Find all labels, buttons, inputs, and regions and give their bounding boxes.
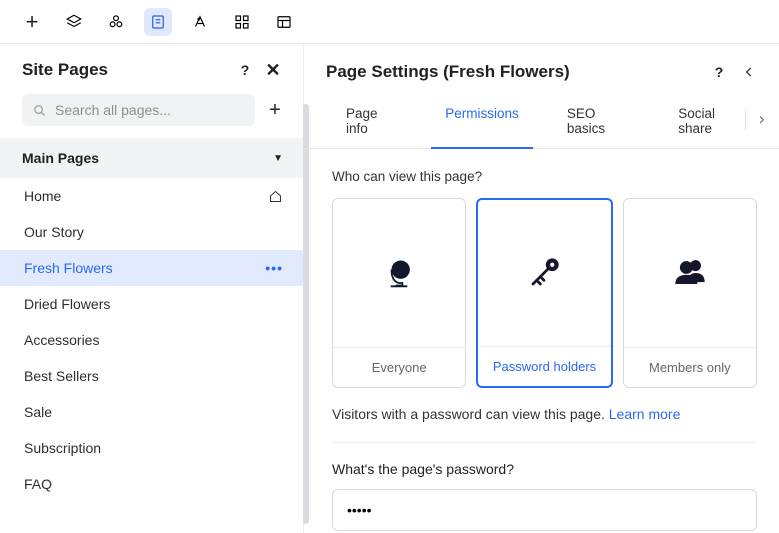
permission-options: Everyone Password holders Members only	[332, 198, 757, 388]
chevron-down-icon: ▼	[273, 153, 283, 164]
page-label: Subscription	[24, 440, 101, 456]
home-icon	[268, 189, 283, 204]
scrollbar[interactable]	[303, 104, 309, 524]
page-settings-title: Page Settings (Fresh Flowers)	[326, 62, 570, 82]
page-label: Fresh Flowers	[24, 260, 113, 276]
help-icon[interactable]: ?	[235, 60, 255, 80]
apps-icon[interactable]	[228, 8, 256, 36]
page-label: Best Sellers	[24, 368, 99, 384]
tab-permissions[interactable]: Permissions	[431, 96, 533, 149]
search-icon	[32, 103, 47, 118]
search-input[interactable]	[55, 102, 245, 118]
editor-toolbar: +	[0, 0, 779, 44]
page-settings-header: Page Settings (Fresh Flowers) ?	[304, 44, 779, 96]
page-label: Home	[24, 188, 61, 204]
site-pages-title: Site Pages	[22, 60, 108, 80]
page-label: FAQ	[24, 476, 52, 492]
add-page-button[interactable]: +	[265, 99, 285, 122]
permission-description: Visitors with a password can view this p…	[332, 406, 757, 422]
page-label: Dried Flowers	[24, 296, 110, 312]
add-icon[interactable]: +	[18, 8, 46, 36]
option-label: Password holders	[478, 346, 610, 386]
layers-icon[interactable]	[60, 8, 88, 36]
option-label: Members only	[624, 347, 756, 387]
collapse-icon[interactable]	[739, 62, 759, 82]
page-label: Our Story	[24, 224, 84, 240]
page-item-faq[interactable]: FAQ	[0, 466, 303, 502]
site-pages-panel: Site Pages ? ✕ + Main Pages ▼ Home Our S…	[0, 44, 304, 533]
page-item-best-sellers[interactable]: Best Sellers	[0, 358, 303, 394]
page-item-accessories[interactable]: Accessories	[0, 322, 303, 358]
password-label: What's the page's password?	[332, 461, 757, 477]
permissions-content: Who can view this page? Everyone Passwor…	[304, 149, 779, 533]
page-item-home[interactable]: Home	[0, 178, 303, 214]
pages-list: Home Our Story Fresh Flowers ••• Dried F…	[0, 178, 303, 533]
page-item-sale[interactable]: Sale	[0, 394, 303, 430]
page-item-fresh-flowers[interactable]: Fresh Flowers •••	[0, 250, 303, 286]
page-label: Accessories	[24, 332, 99, 348]
design-icon[interactable]	[186, 8, 214, 36]
main-pages-section[interactable]: Main Pages ▼	[0, 138, 303, 178]
view-permission-label: Who can view this page?	[332, 169, 757, 184]
search-box[interactable]	[22, 94, 255, 126]
search-row: +	[0, 94, 303, 138]
section-label: Main Pages	[22, 150, 99, 166]
cms-icon[interactable]	[270, 8, 298, 36]
main-area: Site Pages ? ✕ + Main Pages ▼ Home Our S…	[0, 44, 779, 533]
password-input[interactable]	[332, 489, 757, 531]
tabs-scroll-right-icon[interactable]	[745, 109, 767, 131]
key-icon	[478, 200, 610, 346]
close-icon[interactable]: ✕	[263, 60, 283, 80]
option-label: Everyone	[333, 347, 465, 387]
page-label: Sale	[24, 404, 52, 420]
tab-seo-basics[interactable]: SEO basics	[553, 96, 644, 148]
settings-tabs: Page info Permissions SEO basics Social …	[304, 96, 779, 149]
divider	[332, 442, 757, 443]
pages-icon[interactable]	[144, 8, 172, 36]
tab-page-info[interactable]: Page info	[332, 96, 411, 148]
page-item-our-story[interactable]: Our Story	[0, 214, 303, 250]
learn-more-link[interactable]: Learn more	[609, 406, 681, 422]
page-settings-panel: Page Settings (Fresh Flowers) ? Page inf…	[304, 44, 779, 533]
globe-icon	[333, 199, 465, 347]
option-password-holders[interactable]: Password holders	[476, 198, 612, 388]
site-pages-header: Site Pages ? ✕	[0, 44, 303, 94]
help-icon[interactable]: ?	[709, 62, 729, 82]
option-everyone[interactable]: Everyone	[332, 198, 466, 388]
members-icon	[624, 199, 756, 347]
option-members-only[interactable]: Members only	[623, 198, 757, 388]
page-item-dried-flowers[interactable]: Dried Flowers	[0, 286, 303, 322]
collections-icon[interactable]	[102, 8, 130, 36]
page-item-subscription[interactable]: Subscription	[0, 430, 303, 466]
more-icon[interactable]: •••	[265, 260, 283, 276]
